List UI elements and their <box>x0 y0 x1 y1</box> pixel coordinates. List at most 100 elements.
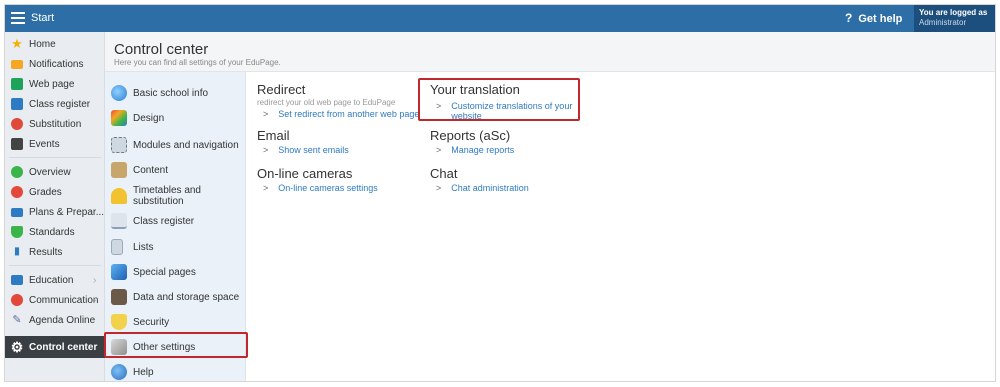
get-help-button[interactable]: ? Get help <box>845 11 902 25</box>
chat-icon <box>11 294 23 306</box>
nav-item-label: Events <box>29 138 60 150</box>
settings-item-label: Security <box>133 316 170 328</box>
page-header: Control center Here you can find all set… <box>105 32 995 72</box>
nav-item-class-register[interactable]: Class register <box>5 94 105 114</box>
settings-item-lists[interactable]: Lists <box>105 236 246 258</box>
section-your-translation: Your translation > Customize translation… <box>430 82 575 121</box>
content-icon <box>111 162 127 178</box>
nav-item-plans[interactable]: Plans & Prepar... <box>5 202 105 222</box>
settings-item-security[interactable]: Security <box>105 311 246 333</box>
start-label[interactable]: Start <box>31 12 54 24</box>
notebook-icon <box>111 213 127 229</box>
settings-item-special-pages[interactable]: Special pages <box>105 261 246 283</box>
online-cameras-settings-link[interactable]: > On-line cameras settings <box>257 183 427 193</box>
nav-item-results[interactable]: ▮ Results <box>5 242 105 262</box>
settings-item-design[interactable]: Design <box>105 107 246 129</box>
settings-item-class-register[interactable]: Class register <box>105 210 246 232</box>
nav-item-education[interactable]: Education › <box>5 270 105 290</box>
settings-item-basic-school-info[interactable]: Basic school info <box>105 82 246 104</box>
show-sent-emails-link[interactable]: > Show sent emails <box>257 145 427 155</box>
arrow-marker: > <box>436 101 442 111</box>
nav-item-standards[interactable]: Standards <box>5 222 105 242</box>
shield-icon <box>11 226 23 238</box>
manage-reports-link[interactable]: > Manage reports <box>430 145 575 155</box>
pen-icon: ✎ <box>12 314 22 326</box>
nav-divider <box>9 265 101 266</box>
question-icon: ? <box>845 11 853 25</box>
section-title: Your translation <box>430 82 520 97</box>
palette-icon <box>111 110 127 126</box>
section-title: On-line cameras <box>257 166 353 181</box>
get-help-label: Get help <box>858 13 903 25</box>
nav-item-notifications[interactable]: Notifications <box>5 54 105 74</box>
page-title: Control center <box>114 41 209 58</box>
link-label: Manage reports <box>451 145 515 155</box>
set-redirect-link[interactable]: > Set redirect from another web page <box>257 109 427 119</box>
calendar-icon <box>11 138 23 150</box>
nav-item-label: Web page <box>29 78 75 90</box>
section-email: Email > Show sent emails <box>257 128 427 155</box>
settings-item-label: Help <box>133 366 154 378</box>
section-title: Chat <box>430 166 458 181</box>
section-chat: Chat > Chat administration <box>430 166 575 193</box>
nav-item-label: Control center <box>29 341 98 353</box>
link-label: Customize translations of your website <box>451 101 573 121</box>
username-label: Administrator <box>919 18 967 27</box>
nav-item-label: Notifications <box>29 58 84 70</box>
app-window: Start ? Get help You are logged as Admini… <box>4 4 996 382</box>
page-subtitle: Here you can find all settings of your E… <box>114 58 281 67</box>
book-icon <box>11 98 23 110</box>
nav-item-home[interactable]: ★ Home <box>5 34 105 54</box>
arrow-marker: > <box>436 183 442 193</box>
nav-item-communication[interactable]: Communication › <box>5 290 105 310</box>
nav-item-label: Standards <box>29 226 75 238</box>
help-icon <box>111 364 127 380</box>
nav-item-grades[interactable]: Grades <box>5 182 105 202</box>
settings-item-content[interactable]: Content <box>105 159 246 181</box>
settings-item-label: Modules and navigation <box>133 139 239 151</box>
link-label: Show sent emails <box>278 145 349 155</box>
nav-item-control-center[interactable]: ⚙ Control center <box>5 336 105 358</box>
section-redirect: Redirect redirect your old web page to E… <box>257 82 427 119</box>
grades-icon <box>11 186 23 198</box>
nav-item-label: Education <box>29 274 74 286</box>
settings-item-timetables[interactable]: Timetables and substitution <box>105 185 246 207</box>
nav-item-events[interactable]: Events <box>5 134 105 154</box>
settings-item-other-settings[interactable]: Other settings <box>105 336 246 358</box>
nav-item-label: Overview <box>29 166 71 178</box>
link-label: On-line cameras settings <box>278 183 378 193</box>
modules-icon <box>111 137 127 153</box>
folder-icon <box>11 207 23 217</box>
settings-item-label: Design <box>133 112 165 124</box>
link-label: Set redirect from another web page <box>278 109 420 119</box>
settings-item-help[interactable]: Help <box>105 361 246 381</box>
arrow-marker: > <box>263 183 269 193</box>
nav-item-label: Class register <box>29 98 91 110</box>
logged-as-label: You are logged as <box>919 8 988 17</box>
settings-item-data-and-storage[interactable]: Data and storage space <box>105 286 246 308</box>
user-account-box[interactable]: You are logged as Administrator <box>914 5 995 32</box>
customize-translations-link[interactable]: > Customize translations of your website <box>430 101 575 121</box>
nav-item-substitution[interactable]: Substitution <box>5 114 105 134</box>
briefcase-icon <box>11 275 23 285</box>
nav-item-web-page[interactable]: Web page <box>5 74 105 94</box>
section-title: Email <box>257 128 290 143</box>
nav-item-label: Grades <box>29 186 62 198</box>
bell-icon <box>111 188 127 204</box>
house-icon <box>11 78 23 90</box>
settings-item-modules-and-navigation[interactable]: Modules and navigation <box>105 134 246 156</box>
settings-item-label: Data and storage space <box>133 291 240 303</box>
nav-item-label: Substitution <box>29 118 82 130</box>
nav-item-label: Plans & Prepar... <box>29 206 105 218</box>
bar-chart-icon: ▮ <box>14 246 20 257</box>
left-navigation: ★ Home Notifications Web page Class regi… <box>5 32 105 381</box>
nav-item-agenda-online[interactable]: ✎ Agenda Online <box>5 310 105 330</box>
nav-item-overview[interactable]: Overview <box>5 162 105 182</box>
nav-item-label: Communication <box>29 294 99 306</box>
settings-item-label: Lists <box>133 241 154 253</box>
envelope-icon <box>11 59 23 69</box>
chat-administration-link[interactable]: > Chat administration <box>430 183 575 193</box>
hamburger-menu-icon[interactable] <box>11 12 25 24</box>
gear-icon: ⚙ <box>10 339 24 355</box>
nav-item-label: Results <box>29 246 63 258</box>
